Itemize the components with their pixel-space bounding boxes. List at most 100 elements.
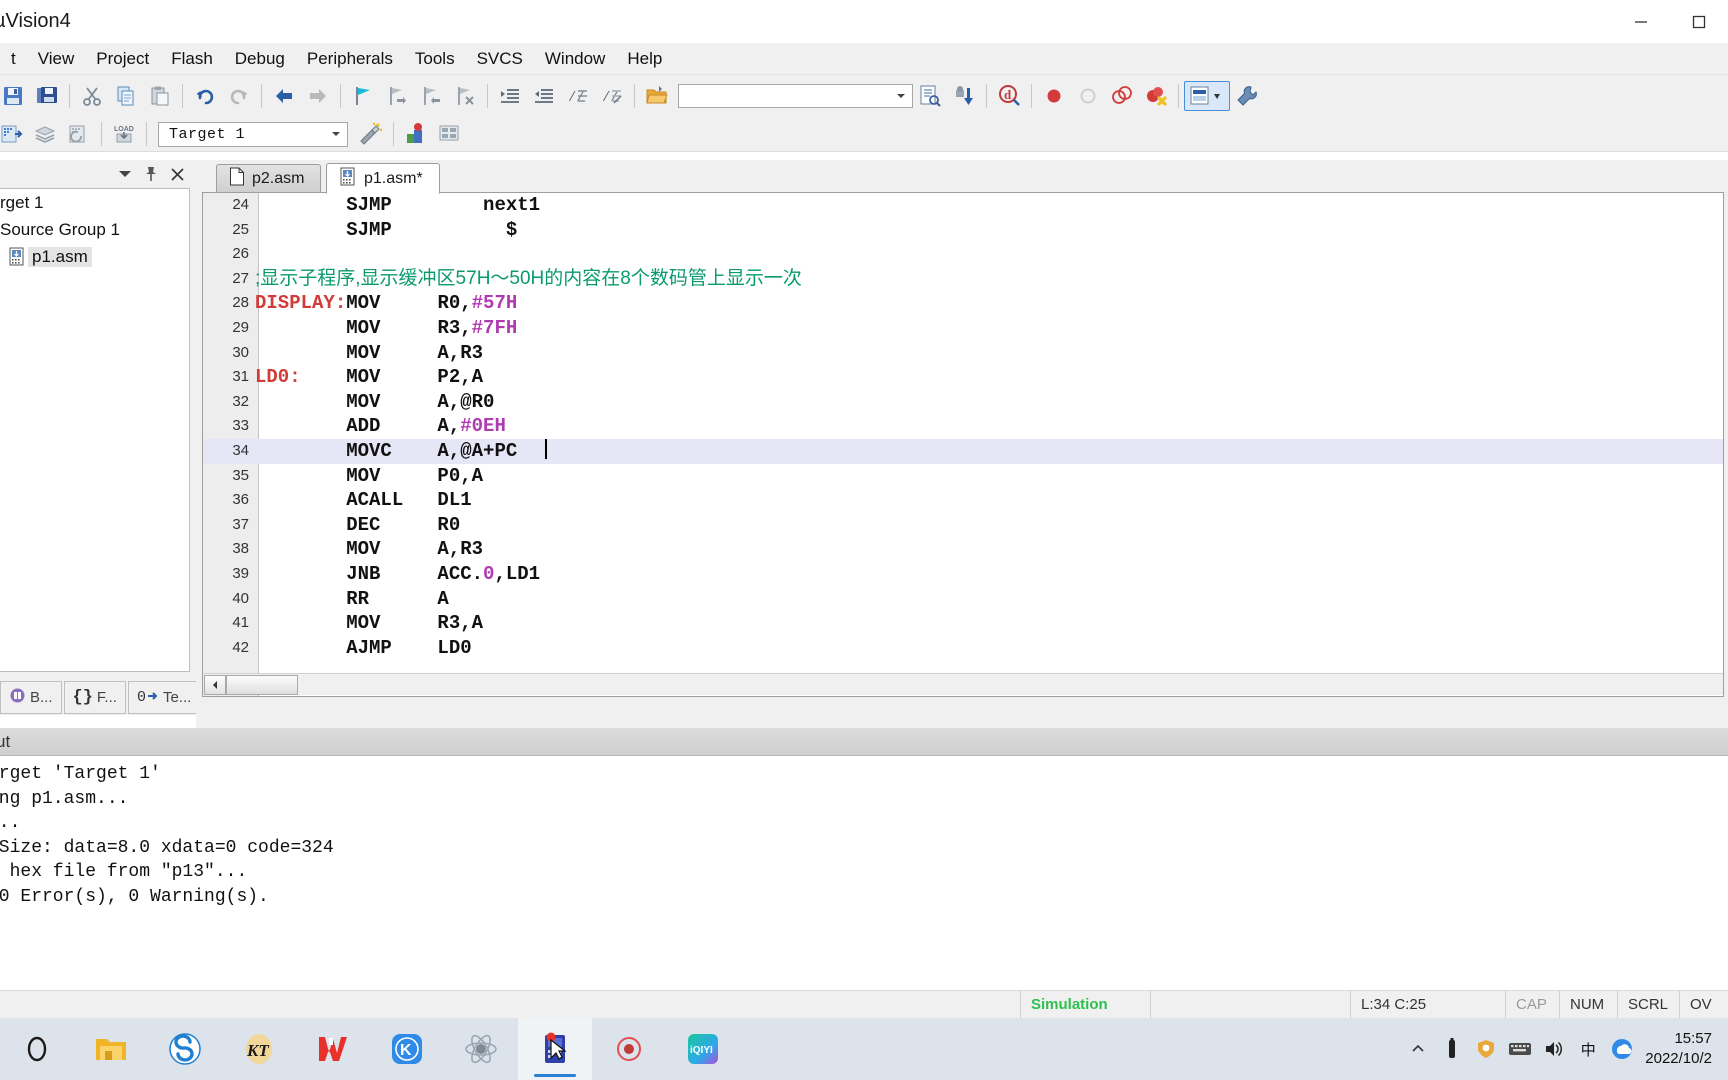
code-line[interactable]: 42 AJMP LD0 (203, 636, 1723, 661)
scroll-left-icon[interactable] (204, 674, 226, 695)
menu-debug[interactable]: Debug (224, 46, 296, 72)
target-options-icon[interactable] (354, 117, 388, 151)
code-line[interactable]: 28 DISPLAY:MOV R0,#57H (203, 291, 1723, 316)
battery-icon[interactable] (1435, 1018, 1469, 1080)
code-line[interactable]: 39 JNB ACC.0,LD1 (203, 562, 1723, 587)
menu-window[interactable]: Window (534, 46, 616, 72)
editor-horizontal-scrollbar[interactable] (204, 673, 1723, 695)
chevron-down-icon[interactable] (328, 123, 344, 145)
window-manager-icon[interactable] (1184, 81, 1230, 111)
tree-item-source-group[interactable]: Source Group 1 (0, 216, 189, 243)
copy-icon[interactable] (109, 79, 143, 113)
menu-edit[interactable]: t (0, 46, 27, 72)
debug-query-icon[interactable]: d (992, 79, 1026, 113)
keyboard-icon[interactable] (1503, 1018, 1537, 1080)
code-line[interactable]: 30 MOV A,R3 (203, 341, 1723, 366)
code-line[interactable]: 25 SJMP $ (203, 218, 1723, 243)
paste-icon[interactable] (143, 79, 177, 113)
code-line[interactable]: 32 MOV A,@R0 (203, 390, 1723, 415)
chevron-up-icon[interactable] (1401, 1018, 1435, 1080)
insert-breakpoint-icon[interactable] (1037, 79, 1071, 113)
save-all-icon[interactable] (30, 79, 64, 113)
code-lines[interactable]: 24 SJMP next1 25 SJMP $26 27 ;显示子程序,显示缓冲区57… (203, 193, 1723, 661)
cloud-icon[interactable] (1605, 1018, 1639, 1080)
next-bookmark-icon[interactable] (380, 79, 414, 113)
taskbar-kt-app[interactable]: KT (222, 1018, 296, 1080)
previous-bookmark-icon[interactable] (414, 79, 448, 113)
taskbar-proteus[interactable] (444, 1018, 518, 1080)
build-icon[interactable] (28, 117, 62, 151)
code-line[interactable]: 35 MOV P0,A (203, 464, 1723, 489)
disable-all-breakpoints-icon[interactable] (1105, 79, 1139, 113)
hscroll-thumb[interactable] (226, 674, 298, 695)
code-line[interactable]: 38 MOV A,R3 (203, 537, 1723, 562)
find-in-files-icon[interactable] (913, 79, 947, 113)
undo-icon[interactable] (188, 79, 222, 113)
code-editor[interactable]: 24 SJMP next1 25 SJMP $26 27 ;显示子程序,显示缓冲区57… (202, 192, 1724, 697)
pin-icon[interactable] (138, 162, 164, 186)
search-combo[interactable] (678, 84, 913, 108)
taskbar-clock[interactable]: 15:57 2022/10/2 (1639, 1018, 1728, 1080)
taskbar-wps-writer[interactable] (296, 1018, 370, 1080)
code-line[interactable]: 34 MOVC A,@A+PC (203, 438, 1723, 464)
target-select[interactable]: Target 1 (158, 121, 348, 147)
disable-breakpoint-icon[interactable] (1071, 79, 1105, 113)
code-line[interactable]: 41 MOV R3,A (203, 611, 1723, 636)
outdent-icon[interactable] (527, 79, 561, 113)
manage-components-icon[interactable] (399, 117, 433, 151)
code-line[interactable]: 40 RR A (203, 587, 1723, 612)
editor-tab-p2-asm[interactable]: p2.asm (216, 164, 322, 193)
code-line[interactable]: 26 (203, 242, 1723, 267)
menu-flash[interactable]: Flash (160, 46, 224, 72)
tree-item-target[interactable]: rget 1 (0, 189, 189, 216)
sidebar-tab-functions[interactable]: {} F... (63, 681, 126, 714)
build-output-text[interactable]: arget 'Target 1' ing p1.asm...... Size: d… (0, 756, 1728, 990)
taskbar-screen-recorder[interactable] (592, 1018, 666, 1080)
download-icon[interactable]: LOAD (107, 117, 141, 151)
clear-bookmarks-icon[interactable] (448, 79, 482, 113)
batch-build-icon[interactable] (433, 117, 467, 151)
translate-icon[interactable] (0, 117, 28, 151)
code-line[interactable]: 36 ACALL DL1 (203, 488, 1723, 513)
cut-icon[interactable] (75, 79, 109, 113)
menu-tools[interactable]: Tools (404, 46, 466, 72)
volume-icon[interactable] (1537, 1018, 1571, 1080)
search-input[interactable] (679, 86, 889, 106)
taskbar-iqiyi[interactable]: iQIYI (666, 1018, 740, 1080)
open-file-icon[interactable] (640, 79, 674, 113)
navigate-forward-icon[interactable] (301, 79, 335, 113)
menu-help[interactable]: Help (616, 46, 673, 72)
toggle-bookmark-icon[interactable] (346, 79, 380, 113)
menu-peripherals[interactable]: Peripherals (296, 46, 404, 72)
code-line[interactable]: 27 ;显示子程序,显示缓冲区57H～50H的内容在8个数码管上显示一次 (203, 267, 1723, 292)
ime-icon[interactable]: 中 (1571, 1018, 1605, 1080)
taskbar-cortana[interactable] (0, 1018, 74, 1080)
comment-icon[interactable]: // (561, 79, 595, 113)
rebuild-all-icon[interactable] (62, 117, 96, 151)
menu-project[interactable]: Project (85, 46, 160, 72)
code-line[interactable]: 24 SJMP next1 (203, 193, 1723, 218)
kill-all-breakpoints-icon[interactable] (1139, 79, 1173, 113)
taskbar-keil-uvision[interactable] (518, 1018, 592, 1080)
taskbar-sogou-input[interactable] (148, 1018, 222, 1080)
configure-icon[interactable] (947, 79, 981, 113)
maximize-icon[interactable] (1670, 0, 1728, 44)
configuration-wizard-icon[interactable] (1230, 79, 1264, 113)
tree-item-p1-asm[interactable]: p1.asm (0, 243, 189, 270)
navigate-back-icon[interactable] (267, 79, 301, 113)
chevron-down-icon[interactable] (112, 162, 138, 186)
taskbar-kingsoft[interactable]: K (370, 1018, 444, 1080)
sidebar-tab-templates[interactable]: 0 Te... (127, 681, 201, 714)
safety-icon[interactable] (1469, 1018, 1503, 1080)
code-line[interactable]: 37 DEC R0 (203, 513, 1723, 538)
minimize-icon[interactable] (1612, 0, 1670, 44)
close-icon[interactable] (164, 162, 190, 186)
editor-tab-p1-asm[interactable]: p1.asm* (326, 163, 440, 194)
uncomment-icon[interactable]: // (595, 79, 629, 113)
taskbar-file-explorer[interactable] (74, 1018, 148, 1080)
redo-icon[interactable] (222, 79, 256, 113)
project-tree[interactable]: rget 1 Source Group 1 p1.asm (0, 188, 190, 672)
sidebar-tab-books[interactable]: B... (0, 681, 62, 714)
indent-icon[interactable] (493, 79, 527, 113)
code-line[interactable]: 33 ADD A,#0EH (203, 414, 1723, 439)
